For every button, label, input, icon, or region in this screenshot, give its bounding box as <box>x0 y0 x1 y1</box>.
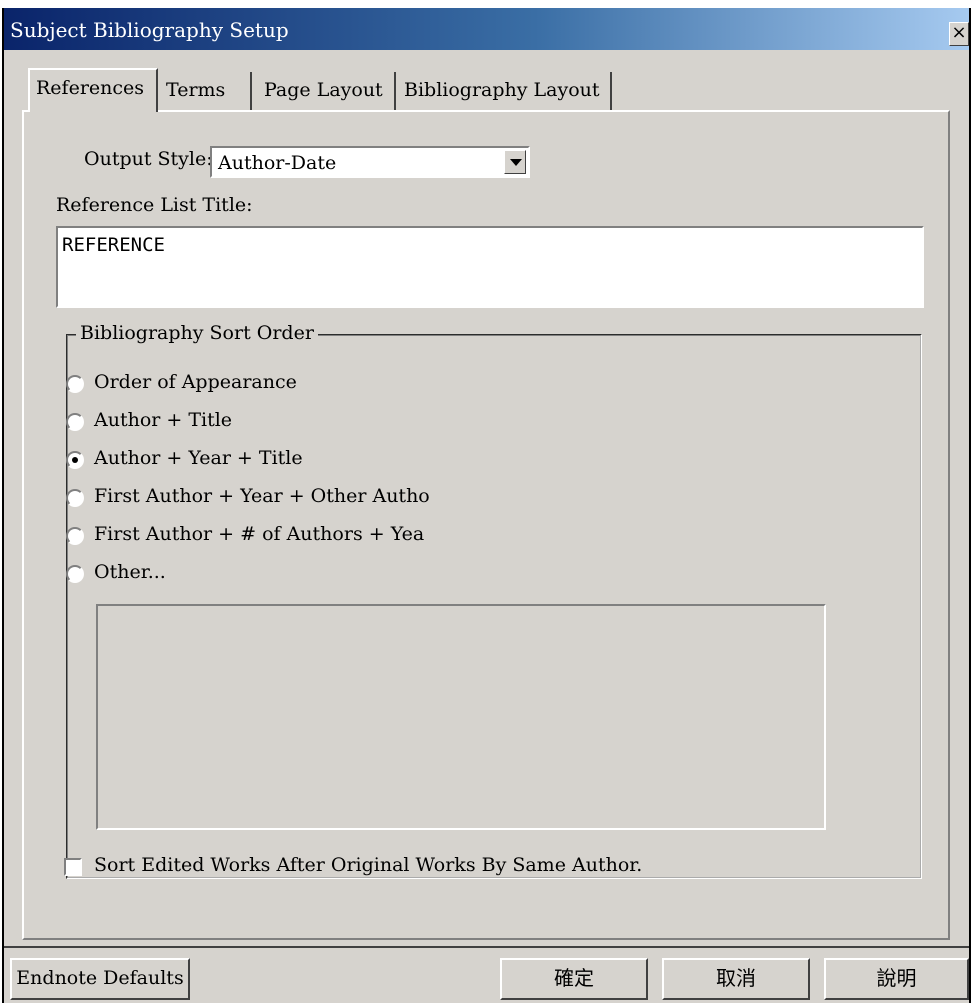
tab-references-label: References <box>36 77 145 99</box>
tab-terms[interactable]: Terms <box>160 72 252 110</box>
radio-label-first-author-year-other[interactable]: First Author + Year + Other Autho <box>94 485 430 507</box>
tab-references[interactable]: References <box>28 68 158 112</box>
close-button[interactable]: × <box>949 22 969 46</box>
help-button[interactable]: 說明 <box>824 958 969 1000</box>
radio-order-of-appearance[interactable] <box>66 375 84 393</box>
radio-first-author-num-authors-year[interactable] <box>66 527 84 545</box>
endnote-defaults-button[interactable]: Endnote Defaults <box>10 958 190 1000</box>
help-label: 說明 <box>876 966 917 990</box>
ok-label: 確定 <box>554 966 594 990</box>
reference-list-title-value: REFERENCE <box>62 234 165 256</box>
chevron-down-icon[interactable] <box>504 150 526 174</box>
dialog-window: Subject Bibliography Setup × References … <box>2 8 971 1003</box>
output-style-label: Output Style: <box>84 148 213 170</box>
tab-bibliography-layout-label: Bibliography Layout <box>404 79 600 101</box>
window-title: Subject Bibliography Setup <box>10 18 289 42</box>
tab-page-layout[interactable]: Page Layout <box>258 72 396 110</box>
radio-label-first-author-num-authors-year[interactable]: First Author + # of Authors + Yea <box>94 523 424 545</box>
radio-other[interactable] <box>66 565 84 583</box>
radio-author-title[interactable] <box>66 413 84 431</box>
radio-label-author-title[interactable]: Author + Title <box>94 409 232 431</box>
radio-label-other[interactable]: Other... <box>94 561 166 583</box>
output-style-select[interactable]: Author-Date <box>210 146 530 178</box>
sort-order-group-label: Bibliography Sort Order <box>76 322 318 344</box>
reference-list-title-label: Reference List Title: <box>56 194 253 216</box>
title-bar[interactable]: Subject Bibliography Setup × <box>4 8 969 50</box>
tab-bibliography-layout[interactable]: Bibliography Layout <box>398 72 612 110</box>
tab-terms-label: Terms <box>166 79 226 101</box>
tab-page-layout-label: Page Layout <box>264 79 383 101</box>
radio-first-author-year-other[interactable] <box>66 489 84 507</box>
sort-edited-works-label[interactable]: Sort Edited Works After Original Works B… <box>94 854 642 876</box>
radio-author-year-title[interactable] <box>66 451 84 469</box>
other-sort-order-field[interactable] <box>96 604 826 830</box>
bottom-separator <box>4 946 969 948</box>
sort-edited-works-checkbox[interactable] <box>64 858 82 876</box>
radio-label-author-year-title[interactable]: Author + Year + Title <box>94 447 303 469</box>
cancel-button[interactable]: 取消 <box>662 958 810 1000</box>
output-style-value: Author-Date <box>218 152 337 174</box>
reference-list-title-input[interactable]: REFERENCE <box>56 226 924 308</box>
cancel-label: 取消 <box>716 966 756 990</box>
radio-label-order-of-appearance[interactable]: Order of Appearance <box>94 371 297 393</box>
endnote-defaults-label: Endnote Defaults <box>16 967 184 989</box>
close-icon: × <box>951 22 967 43</box>
ok-button[interactable]: 確定 <box>500 958 648 1000</box>
